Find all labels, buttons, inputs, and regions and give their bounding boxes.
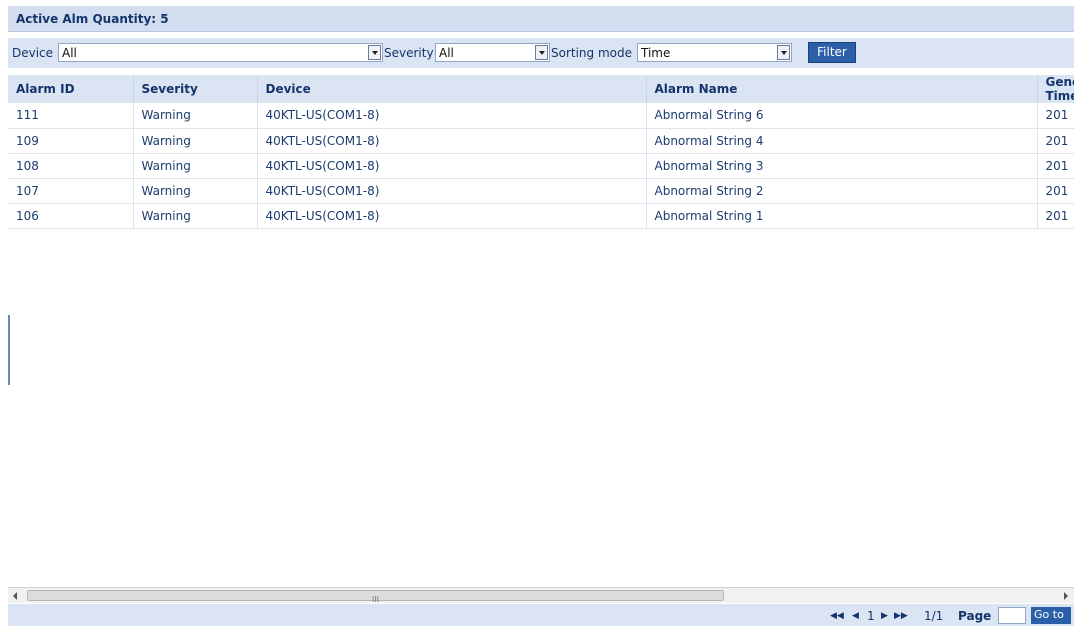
cell-device: 40KTL-US(COM1-8) (257, 153, 647, 179)
cell-generation-time: 201 (1037, 203, 1074, 229)
prev-page-icon[interactable]: ◀ (852, 611, 859, 621)
cell-alarm-id: 107 (8, 178, 134, 204)
table-header-row: Alarm ID Severity Device Alarm Name Gene… (8, 75, 1074, 103)
cell-alarm-name: Abnormal String 6 (646, 103, 1038, 129)
title-bar: Active Alm Quantity: 5 (8, 6, 1074, 32)
cell-severity: Warning (133, 203, 258, 229)
filter-toolbar: Device All Severity All Sorting mode Tim… (8, 38, 1074, 68)
splitter-handle[interactable] (8, 315, 10, 385)
severity-select-value: All (439, 46, 454, 60)
first-page-icon[interactable]: ◀◀ (830, 611, 844, 621)
horizontal-scrollbar[interactable]: III (8, 587, 1074, 604)
pagination-bar: ◀◀ ◀ 1 ▶ ▶▶ 1/1 Page Go to (8, 604, 1074, 626)
cell-severity: Warning (133, 128, 258, 154)
cell-device: 40KTL-US(COM1-8) (257, 103, 647, 129)
column-header-generation-time[interactable]: Generation Time (1037, 75, 1074, 103)
page-count: 1/1 (924, 609, 944, 623)
table-row[interactable]: 111 Warning 40KTL-US(COM1-8) Abnormal St… (8, 103, 1074, 129)
cell-severity: Warning (133, 153, 258, 179)
cell-alarm-name: Abnormal String 1 (646, 203, 1038, 229)
column-header-severity[interactable]: Severity (133, 75, 258, 103)
table-row[interactable]: 108 Warning 40KTL-US(COM1-8) Abnormal St… (8, 153, 1074, 179)
chevron-down-icon[interactable] (535, 45, 548, 60)
cell-device: 40KTL-US(COM1-8) (257, 128, 647, 154)
page-number-input[interactable] (998, 607, 1026, 624)
filter-button[interactable]: Filter (808, 42, 856, 63)
sorting-mode-select-value: Time (641, 46, 671, 60)
cell-alarm-id: 108 (8, 153, 134, 179)
cell-alarm-name: Abnormal String 3 (646, 153, 1038, 179)
active-alarm-panel: Active Alm Quantity: 5 Device All Severi… (8, 6, 1074, 626)
chevron-down-icon[interactable] (368, 45, 381, 60)
scroll-left-icon[interactable] (8, 588, 24, 603)
column-header-alarm-name[interactable]: Alarm Name (646, 75, 1038, 103)
active-alarm-quantity: Active Alm Quantity: 5 (16, 12, 169, 26)
severity-select[interactable]: All (435, 43, 550, 62)
column-header-device[interactable]: Device (257, 75, 647, 103)
go-to-button[interactable]: Go to (1031, 607, 1071, 624)
table-row[interactable]: 106 Warning 40KTL-US(COM1-8) Abnormal St… (8, 203, 1074, 229)
table-row[interactable]: 109 Warning 40KTL-US(COM1-8) Abnormal St… (8, 128, 1074, 154)
cell-alarm-name: Abnormal String 2 (646, 178, 1038, 204)
table-row[interactable]: 107 Warning 40KTL-US(COM1-8) Abnormal St… (8, 178, 1074, 204)
page-label: Page (958, 609, 992, 623)
cell-alarm-id: 109 (8, 128, 134, 154)
cell-generation-time: 201 (1037, 153, 1074, 179)
severity-label: Severity (384, 46, 434, 60)
device-select[interactable]: All (58, 43, 383, 62)
last-page-icon[interactable]: ▶▶ (894, 611, 908, 621)
device-label: Device (12, 46, 54, 60)
sorting-mode-select[interactable]: Time (637, 43, 792, 62)
device-select-value: All (62, 46, 77, 60)
cell-alarm-name: Abnormal String 4 (646, 128, 1038, 154)
chevron-down-icon[interactable] (777, 45, 790, 60)
current-page-number: 1 (867, 609, 875, 623)
next-page-icon[interactable]: ▶ (881, 611, 888, 621)
scrollbar-thumb[interactable]: III (27, 590, 724, 604)
scrollbar-grip: III (371, 595, 380, 604)
cell-alarm-id: 106 (8, 203, 134, 229)
cell-severity: Warning (133, 178, 258, 204)
cell-alarm-id: 111 (8, 103, 134, 129)
cell-generation-time: 201 (1037, 178, 1074, 204)
cell-device: 40KTL-US(COM1-8) (257, 178, 647, 204)
column-header-alarm-id[interactable]: Alarm ID (8, 75, 134, 103)
cell-generation-time: 201 (1037, 128, 1074, 154)
scroll-right-icon[interactable] (1058, 588, 1074, 603)
cell-severity: Warning (133, 103, 258, 129)
cell-generation-time: 201 (1037, 103, 1074, 129)
alarm-table: Alarm ID Severity Device Alarm Name Gene… (8, 75, 1074, 589)
cell-device: 40KTL-US(COM1-8) (257, 203, 647, 229)
sorting-mode-label: Sorting mode (551, 46, 632, 60)
